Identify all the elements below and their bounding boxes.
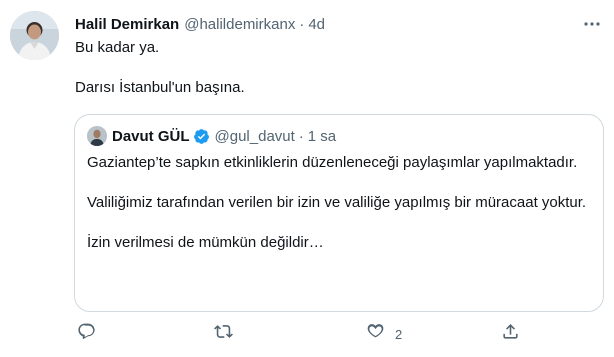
quoted-tweet-text: Gaziantep’te sapkın etkinliklerin düzenl… [87,153,592,273]
quoted-paragraph: İzin verilmesi de mümkün değildir… [87,234,324,251]
tweet[interactable]: Halil Demirkan @halildemirkanx · 4d Bu k… [0,0,614,357]
more-options-icon[interactable] [582,14,602,34]
quoted-author-handle: @gul_davut [214,127,295,145]
quoted-paragraph: Valiliğimiz tarafından verilen bir izin … [87,194,587,211]
tweet-header: Halil Demirkan @halildemirkanx · 4d [75,14,574,34]
author-handle[interactable]: @halildemirkanx [184,16,295,33]
reply-button[interactable] [77,322,96,346]
like-button[interactable]: 2 [366,322,402,346]
quoted-tweet-header: Davut GÜL @gul_davut · 1 sa [87,126,336,146]
quoted-author-name: Davut GÜL [112,127,190,145]
retweet-icon [214,322,233,346]
share-button[interactable] [501,322,520,346]
tweet-time[interactable]: 4d [308,16,325,33]
author-avatar[interactable] [10,11,59,60]
author-name[interactable]: Halil Demirkan [75,16,179,33]
verified-badge-icon [193,128,210,145]
separator-dot: · [299,15,305,33]
tweet-text-line: Darısı İstanbul'un başına. [75,79,245,96]
quoted-tweet[interactable]: Davut GÜL @gul_davut · 1 sa Gaziantep’te… [74,114,604,312]
tweet-actions: 2 [74,322,534,346]
quoted-paragraph: Gaziantep’te sapkın etkinliklerin düzenl… [87,154,578,171]
quoted-tweet-time: 1 sa [307,127,337,145]
tweet-text: Bu kadar ya. Darısı İstanbul'un başına. [75,38,245,118]
like-count: 2 [395,326,403,342]
share-icon [501,322,520,346]
separator-dot: · [298,127,304,145]
retweet-button[interactable] [214,322,233,346]
quoted-author-avatar [87,126,107,146]
reply-icon [77,322,96,346]
tweet-text-line: Bu kadar ya. [75,39,160,56]
heart-icon [366,322,385,346]
